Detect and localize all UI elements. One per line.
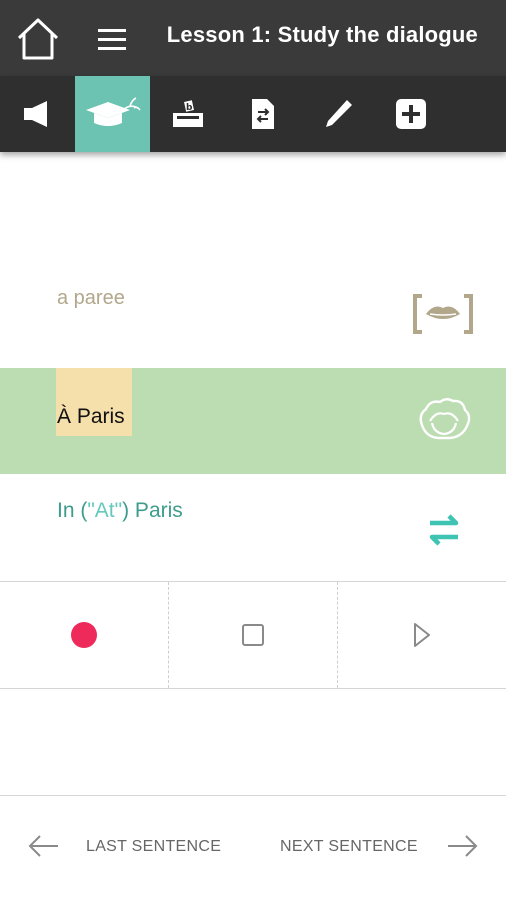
original-text[interactable]: À Paris <box>57 405 125 429</box>
swap-arrows-icon <box>429 514 459 546</box>
tab-quiz[interactable]: b <box>150 76 225 152</box>
speaker-icon <box>23 101 47 127</box>
stop-button[interactable] <box>168 582 336 688</box>
translation-prefix: In ( <box>57 499 88 522</box>
home-icon <box>17 18 59 60</box>
record-icon <box>71 622 97 648</box>
ballot-box-icon: b <box>172 100 203 127</box>
play-button[interactable] <box>337 582 505 688</box>
play-icon <box>413 623 430 647</box>
document-swap-icon <box>251 99 274 129</box>
lips-icon <box>413 294 473 334</box>
tab-listen[interactable] <box>0 76 75 152</box>
tab-document[interactable] <box>225 76 300 152</box>
face-icon <box>419 398 471 440</box>
tab-add[interactable] <box>373 76 448 152</box>
translation-text: In ("At") Paris <box>57 499 183 523</box>
stop-icon <box>241 624 264 646</box>
graduation-cap-icon <box>85 97 141 126</box>
mode-toolbar: b <box>0 76 506 152</box>
last-sentence-button[interactable]: LAST SENTENCE <box>86 838 221 856</box>
tab-write[interactable] <box>300 76 375 152</box>
pencil-icon <box>325 100 352 127</box>
face-button[interactable] <box>416 397 472 441</box>
tab-study[interactable] <box>75 76 150 152</box>
page-title: Lesson 1: Study the dialogue <box>166 22 478 47</box>
arrow-left-icon[interactable] <box>26 832 60 860</box>
sentence-navigation: LAST SENTENCE NEXT SENTENCE <box>0 795 506 900</box>
home-button[interactable] <box>16 16 60 62</box>
hamburger-icon <box>98 29 126 50</box>
plus-box-icon <box>395 99 426 129</box>
pronunciation-button[interactable] <box>412 292 474 336</box>
menu-button[interactable] <box>95 25 129 55</box>
swap-button[interactable] <box>424 510 464 550</box>
recording-controls <box>0 581 506 689</box>
translation-quote: "At" <box>87 499 123 522</box>
phonetic-text: a paree <box>57 287 125 309</box>
next-sentence-button[interactable]: NEXT SENTENCE <box>280 838 418 856</box>
arrow-right-icon[interactable] <box>446 832 480 860</box>
translation-suffix: ) Paris <box>122 499 183 522</box>
top-bar: Lesson 1: Study the dialogue <box>0 0 506 76</box>
record-button[interactable] <box>0 582 168 688</box>
svg-text:b: b <box>186 103 193 113</box>
